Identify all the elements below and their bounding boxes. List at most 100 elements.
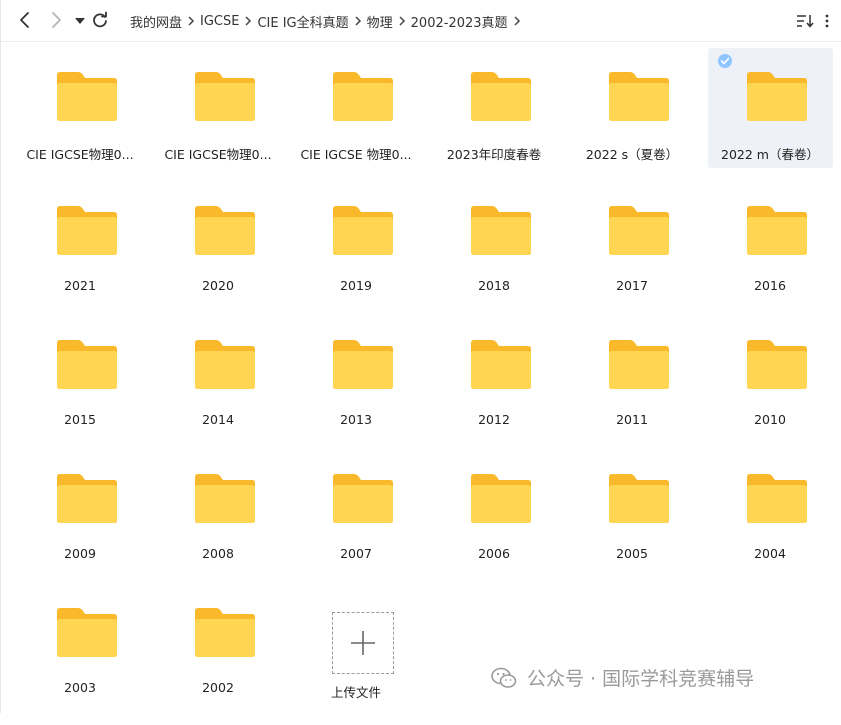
folder-item[interactable]: 2022 s（夏卷）: [570, 48, 695, 168]
more-button[interactable]: [816, 10, 838, 32]
folder-item[interactable]: 2010: [708, 316, 833, 436]
folder-icon: [608, 70, 670, 122]
folder-item[interactable]: 2014: [156, 316, 281, 436]
folder-name: 2012: [478, 412, 510, 427]
folder-item[interactable]: 2020: [156, 182, 281, 302]
folder-item[interactable]: 2009: [18, 450, 143, 570]
refresh-icon: [93, 11, 107, 28]
folder-name: 2015: [64, 412, 96, 427]
folder-item[interactable]: 2016: [708, 182, 833, 302]
caret-down-icon: [75, 18, 85, 24]
selected-check-icon[interactable]: [718, 54, 732, 68]
upload-box[interactable]: [332, 612, 394, 674]
folder-item[interactable]: CIE IGCSE 物理0...: [294, 48, 419, 168]
breadcrumb-item[interactable]: IGCSE: [200, 14, 239, 29]
folder-item[interactable]: 2022 m（春卷）: [708, 48, 833, 168]
folder-item[interactable]: 2005: [570, 450, 695, 570]
folder-name: 2002: [202, 680, 234, 695]
refresh-button[interactable]: [89, 9, 111, 31]
folder-item[interactable]: 2006: [432, 450, 557, 570]
folder-name: 2022 m（春卷）: [721, 147, 819, 162]
folder-item[interactable]: 2013: [294, 316, 419, 436]
folder-icon: [56, 606, 118, 658]
folder-icon: [56, 70, 118, 122]
more-vertical-icon: [825, 14, 829, 28]
folder-icon: [194, 606, 256, 658]
sort-icon: [797, 15, 814, 28]
folder-icon: [608, 472, 670, 524]
plus-icon: [351, 631, 375, 655]
breadcrumb-item-current[interactable]: 2002-2023真题: [411, 12, 508, 31]
folder-icon: [470, 70, 532, 122]
folder-item[interactable]: 2023年印度春卷: [432, 48, 557, 168]
folder-icon: [746, 338, 808, 390]
forward-button[interactable]: [45, 9, 67, 31]
folder-icon: [470, 338, 532, 390]
folder-item[interactable]: 2011: [570, 316, 695, 436]
folder-icon: [194, 338, 256, 390]
breadcrumb-separator-icon: [393, 14, 411, 29]
file-browser-window: 我的网盘 IGCSE CIE IG全科真题 物理 2002-2023真题 CIE…: [0, 0, 841, 713]
folder-name: CIE IGCSE物理0...: [26, 147, 134, 162]
breadcrumb-item[interactable]: CIE IG全科真题: [257, 12, 348, 31]
breadcrumb-separator-icon: [182, 14, 200, 29]
folder-name: 2004: [754, 546, 786, 561]
folder-icon: [332, 338, 394, 390]
folder-name: 2016: [754, 278, 786, 293]
breadcrumb-item[interactable]: 物理: [367, 12, 393, 31]
folder-icon: [332, 204, 394, 256]
folder-name: 2005: [616, 546, 648, 561]
folder-icon: [608, 204, 670, 256]
folder-name: 2013: [340, 412, 372, 427]
folder-item[interactable]: 2008: [156, 450, 281, 570]
folder-icon: [746, 204, 808, 256]
folder-item[interactable]: CIE IGCSE物理0...: [156, 48, 281, 168]
folder-name: 2019: [340, 278, 372, 293]
folder-item[interactable]: CIE IGCSE物理0...: [18, 48, 143, 168]
folder-item[interactable]: 2017: [570, 182, 695, 302]
folder-name: 2023年印度春卷: [446, 147, 542, 162]
folder-name: 2008: [202, 546, 234, 561]
folder-icon: [56, 204, 118, 256]
folder-item[interactable]: 2019: [294, 182, 419, 302]
folder-name: 2020: [202, 278, 234, 293]
folder-item[interactable]: 2007: [294, 450, 419, 570]
folder-item[interactable]: 2003: [18, 584, 143, 704]
chevron-left-icon: [20, 12, 29, 28]
folder-name: 2009: [64, 546, 96, 561]
breadcrumb-separator-icon: [508, 14, 526, 29]
folder-name: 2021: [64, 278, 96, 293]
folder-item[interactable]: 2015: [18, 316, 143, 436]
upload-file-tile[interactable]: 上传文件: [294, 605, 419, 725]
folder-name: CIE IGCSE物理0...: [164, 147, 272, 162]
watermark: 公众号 · 国际学科竞赛辅导: [491, 664, 754, 691]
sort-button[interactable]: [794, 10, 816, 32]
folder-name: 2018: [478, 278, 510, 293]
folder-item[interactable]: 2012: [432, 316, 557, 436]
folder-item[interactable]: 2021: [18, 182, 143, 302]
folder-name: 2011: [616, 412, 648, 427]
folder-item[interactable]: 2018: [432, 182, 557, 302]
folder-item[interactable]: 2004: [708, 450, 833, 570]
folder-name: 2022 s（夏卷）: [585, 147, 679, 162]
breadcrumb-item[interactable]: 我的网盘: [130, 12, 182, 31]
folder-icon: [56, 472, 118, 524]
folder-name: 2006: [478, 546, 510, 561]
folder-item[interactable]: 2002: [156, 584, 281, 704]
folder-icon: [470, 204, 532, 256]
folder-icon: [194, 204, 256, 256]
chevron-right-icon: [52, 12, 61, 28]
back-button[interactable]: [14, 9, 36, 31]
folder-icon: [194, 70, 256, 122]
folder-icon: [332, 70, 394, 122]
folder-name: 2007: [340, 546, 372, 561]
folder-icon: [56, 338, 118, 390]
breadcrumb-separator-icon: [349, 14, 367, 29]
upload-file-label: 上传文件: [330, 685, 381, 700]
history-dropdown-button[interactable]: [69, 9, 91, 31]
watermark-text: 公众号 · 国际学科竞赛辅导: [527, 668, 755, 690]
view-tools: [794, 10, 838, 32]
folder-icon: [194, 472, 256, 524]
folder-name: CIE IGCSE 物理0...: [300, 147, 412, 162]
folder-icon: [470, 472, 532, 524]
